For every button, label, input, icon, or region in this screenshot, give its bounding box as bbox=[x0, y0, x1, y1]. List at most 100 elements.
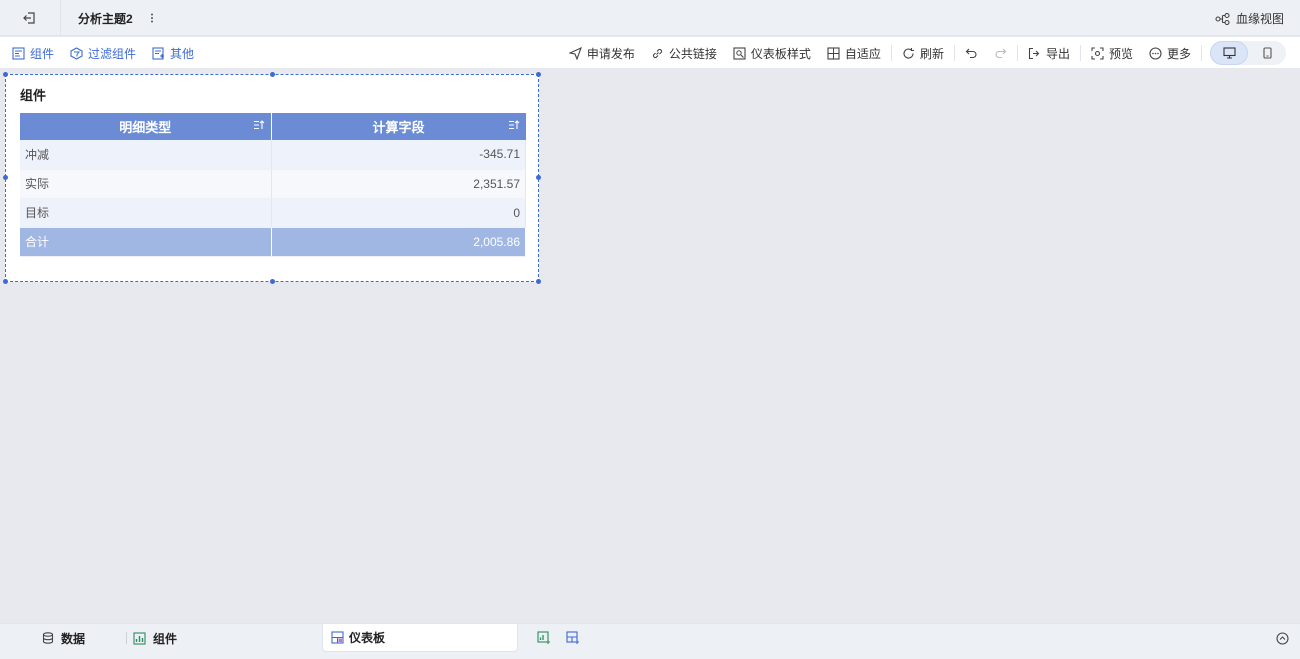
export-icon bbox=[1028, 47, 1040, 59]
table-row: 目标 0 bbox=[20, 198, 526, 228]
export-button[interactable]: 导出 bbox=[1020, 45, 1078, 62]
resize-handle[interactable] bbox=[270, 72, 275, 77]
refresh-icon bbox=[903, 47, 914, 59]
apply-publish-button[interactable]: 申请发布 bbox=[561, 45, 643, 62]
preview-icon bbox=[1091, 46, 1104, 60]
component-tab[interactable]: 组件 bbox=[133, 624, 177, 652]
column-header-label: 计算字段 bbox=[372, 120, 425, 135]
component-tab-label: 组件 bbox=[153, 631, 178, 646]
total-value: 2,005.86 bbox=[271, 227, 526, 257]
bottom-bar: 数据 组件 仪表板 bbox=[0, 623, 1300, 659]
add-dashboard-icon bbox=[566, 631, 579, 644]
resize-handle[interactable] bbox=[536, 72, 541, 77]
chart-icon bbox=[133, 631, 146, 645]
more-icon bbox=[1149, 46, 1162, 60]
add-other-button[interactable]: 其他 bbox=[152, 45, 194, 62]
device-toggle bbox=[1210, 41, 1286, 65]
column-header-calc[interactable]: 计算字段 bbox=[271, 113, 526, 140]
toolbar-divider bbox=[1016, 45, 1018, 61]
grid-icon bbox=[827, 46, 840, 60]
database-icon bbox=[42, 632, 54, 644]
link-icon bbox=[652, 48, 662, 58]
tab-more-button[interactable] bbox=[146, 11, 158, 25]
resize-handle[interactable] bbox=[3, 279, 8, 284]
collapse-bottom-button[interactable] bbox=[1274, 630, 1290, 646]
component-label: 组件 bbox=[30, 46, 55, 61]
dashboard-style-button[interactable]: 仪表板样式 bbox=[725, 45, 819, 62]
export-label: 导出 bbox=[1045, 46, 1070, 61]
toolbar: 组件 过滤组件 其他 申请发布 公共链接 仪表板样式 自适应 刷新 导出 预览 … bbox=[0, 37, 1300, 69]
dashboard-tab[interactable]: 仪表板 bbox=[322, 624, 518, 652]
table-row: 冲减 -345.71 bbox=[20, 140, 526, 170]
add-dashboard-tab-button[interactable] bbox=[565, 630, 581, 646]
bottom-divider bbox=[126, 632, 127, 644]
resize-handle[interactable] bbox=[270, 279, 275, 284]
column-header-type[interactable]: 明细类型 bbox=[20, 113, 272, 140]
add-filter-component-button[interactable]: 过滤组件 bbox=[70, 45, 136, 62]
mobile-view-button[interactable] bbox=[1248, 41, 1286, 65]
filter-component-icon bbox=[70, 46, 83, 60]
filter-component-label: 过滤组件 bbox=[88, 46, 137, 61]
table-cell: -345.71 bbox=[271, 140, 526, 170]
toolbar-divider bbox=[953, 45, 955, 61]
other-icon bbox=[152, 46, 165, 60]
add-component-tab-button[interactable] bbox=[536, 630, 552, 646]
lineage-view-button[interactable]: 血缘视图 bbox=[1215, 10, 1284, 27]
refresh-button[interactable]: 刷新 bbox=[894, 45, 952, 62]
desktop-icon bbox=[1222, 47, 1236, 59]
resize-handle[interactable] bbox=[536, 279, 541, 284]
other-label: 其他 bbox=[170, 46, 195, 61]
lineage-label: 血缘视图 bbox=[1235, 12, 1284, 26]
table-cell: 目标 bbox=[20, 198, 272, 228]
toolbar-divider bbox=[1079, 45, 1081, 61]
auto-fit-label: 自适应 bbox=[844, 46, 881, 61]
redo-button[interactable] bbox=[986, 47, 1015, 60]
sort-button[interactable] bbox=[253, 119, 265, 131]
publish-label: 申请发布 bbox=[586, 46, 635, 61]
lineage-icon bbox=[1215, 12, 1230, 25]
resize-handle[interactable] bbox=[3, 72, 8, 77]
preview-button[interactable]: 预览 bbox=[1083, 45, 1141, 62]
resize-handle[interactable] bbox=[536, 175, 541, 180]
sort-button[interactable] bbox=[508, 119, 520, 131]
dashboard-canvas[interactable]: 组件 明细类型 计算字段 冲减 -345.71 实际 2,351.57 目标 0… bbox=[0, 70, 1300, 623]
mobile-icon bbox=[1262, 47, 1272, 59]
component-icon bbox=[12, 46, 25, 60]
more-vertical-icon bbox=[151, 13, 153, 23]
sort-icon bbox=[508, 120, 519, 130]
add-chart-icon bbox=[537, 631, 550, 644]
tab-title: 分析主题2 bbox=[78, 11, 133, 26]
style-icon bbox=[733, 46, 746, 60]
public-link-button[interactable]: 公共链接 bbox=[643, 45, 725, 62]
desktop-view-button[interactable] bbox=[1210, 41, 1248, 65]
add-component-button[interactable]: 组件 bbox=[12, 45, 54, 62]
sort-icon bbox=[253, 120, 264, 130]
preview-label: 预览 bbox=[1108, 46, 1133, 61]
detail-table: 明细类型 计算字段 冲减 -345.71 实际 2,351.57 目标 0 合计… bbox=[20, 113, 526, 257]
refresh-label: 刷新 bbox=[919, 46, 944, 61]
table-cell: 实际 bbox=[20, 169, 272, 199]
dashboard-icon bbox=[331, 631, 344, 644]
toolbar-divider bbox=[890, 45, 892, 61]
table-widget[interactable]: 组件 明细类型 计算字段 冲减 -345.71 实际 2,351.57 目标 0… bbox=[3, 72, 541, 284]
exit-button[interactable] bbox=[14, 7, 44, 29]
data-tab[interactable]: 数据 bbox=[42, 624, 85, 652]
dashboard-tab-label: 仪表板 bbox=[349, 631, 386, 645]
table-row: 实际 2,351.57 bbox=[20, 169, 526, 199]
total-row: 合计 2,005.86 bbox=[20, 227, 526, 257]
undo-button[interactable] bbox=[957, 47, 986, 60]
redo-icon bbox=[995, 48, 1007, 58]
more-label: 更多 bbox=[1166, 46, 1191, 61]
resize-handle[interactable] bbox=[3, 175, 8, 180]
auto-fit-button[interactable]: 自适应 bbox=[819, 45, 889, 62]
public-link-label: 公共链接 bbox=[668, 46, 717, 61]
widget-title: 组件 bbox=[20, 88, 47, 103]
table-cell: 2,351.57 bbox=[271, 169, 526, 199]
table-cell: 冲减 bbox=[20, 140, 272, 170]
data-tab-label: 数据 bbox=[61, 631, 86, 646]
toolbar-divider bbox=[1201, 45, 1202, 61]
send-icon bbox=[568, 46, 582, 60]
column-header-label: 明细类型 bbox=[119, 120, 172, 135]
more-button[interactable]: 更多 bbox=[1141, 45, 1199, 62]
dashboard-style-label: 仪表板样式 bbox=[750, 46, 811, 61]
